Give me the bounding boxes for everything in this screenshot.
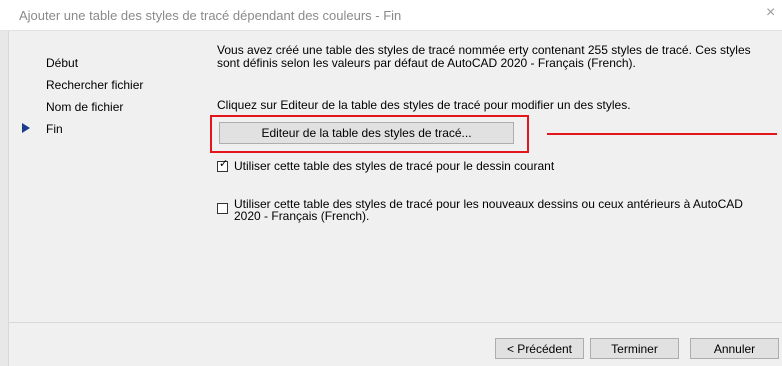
nav-step-label: Nom de fichier xyxy=(46,100,124,114)
title-bar: Ajouter une table des styles de tracé dé… xyxy=(0,0,782,31)
finish-button[interactable]: Terminer xyxy=(590,338,679,359)
window-title: Ajouter une table des styles de tracé dé… xyxy=(19,8,402,23)
cancel-button[interactable]: Annuler xyxy=(690,338,779,359)
use-for-current-drawing-checkbox[interactable]: ✓ xyxy=(217,158,229,172)
background-window-edge xyxy=(0,31,9,366)
checkmark-icon: ✓ xyxy=(219,158,229,170)
current-step-arrow-icon xyxy=(22,123,30,133)
instruction-text: Cliquez sur Editeur de la table des styl… xyxy=(217,98,631,112)
nav-step-nom-de-fichier: Nom de fichier xyxy=(22,100,143,122)
highlight-pointer-line xyxy=(547,133,777,135)
use-for-new-drawings-label[interactable]: Utiliser cette table des styles de tracé… xyxy=(234,198,749,222)
nav-step-fin: Fin xyxy=(22,122,143,144)
use-for-new-drawings-checkbox[interactable] xyxy=(217,203,228,214)
nav-step-label: Fin xyxy=(46,122,63,136)
nav-step-label: Rechercher fichier xyxy=(46,78,144,92)
back-button[interactable]: < Précédent xyxy=(495,338,584,359)
wizard-steps-nav: Début Rechercher fichier Nom de fichier … xyxy=(22,56,143,144)
close-icon[interactable]: × xyxy=(766,4,782,24)
nav-step-debut: Début xyxy=(22,56,143,78)
use-for-current-drawing-label[interactable]: Utiliser cette table des styles de tracé… xyxy=(234,160,749,172)
nav-step-rechercher-fichier: Rechercher fichier xyxy=(22,78,143,100)
summary-text: Vous avez créé une table des styles de t… xyxy=(217,43,751,70)
plot-style-table-editor-button[interactable]: Editeur de la table des styles de tracé.… xyxy=(219,122,514,144)
dialog-window: Ajouter une table des styles de tracé dé… xyxy=(0,0,782,366)
nav-step-label: Début xyxy=(46,56,79,70)
footer-divider xyxy=(8,322,782,323)
